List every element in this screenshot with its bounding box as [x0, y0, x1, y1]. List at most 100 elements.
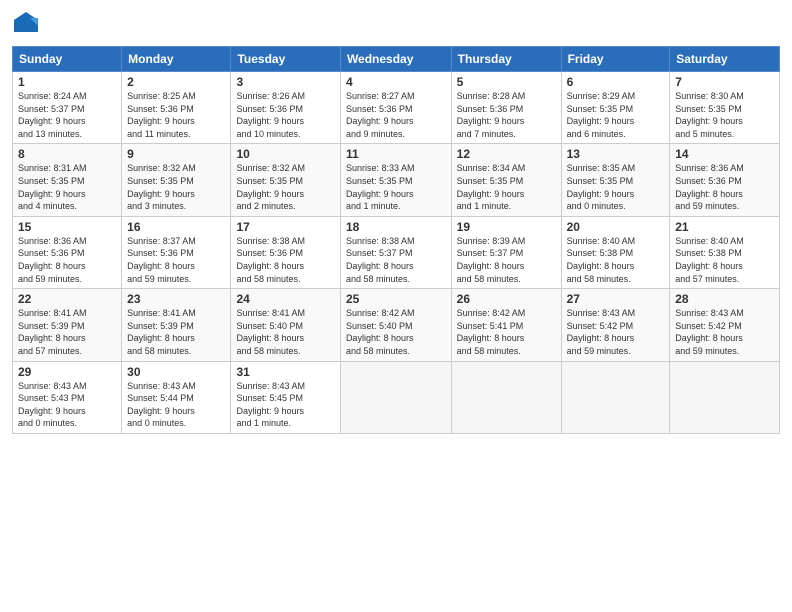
day-info: Sunrise: 8:37 AMSunset: 5:36 PMDaylight:…: [127, 236, 196, 284]
day-number: 9: [127, 147, 225, 161]
calendar-day-empty: [561, 361, 670, 433]
calendar-day-17: 17 Sunrise: 8:38 AMSunset: 5:36 PMDayligh…: [231, 216, 340, 288]
day-number: 23: [127, 292, 225, 306]
calendar-day-10: 10 Sunrise: 8:32 AMSunset: 5:35 PMDayligh…: [231, 144, 340, 216]
day-info: Sunrise: 8:32 AMSunset: 5:35 PMDaylight:…: [127, 163, 196, 211]
day-info: Sunrise: 8:36 AMSunset: 5:36 PMDaylight:…: [675, 163, 744, 211]
day-number: 10: [236, 147, 334, 161]
day-number: 6: [567, 75, 665, 89]
day-info: Sunrise: 8:42 AMSunset: 5:40 PMDaylight:…: [346, 308, 415, 356]
day-info: Sunrise: 8:27 AMSunset: 5:36 PMDaylight:…: [346, 91, 415, 139]
calendar-day-23: 23 Sunrise: 8:41 AMSunset: 5:39 PMDayligh…: [122, 289, 231, 361]
day-number: 12: [457, 147, 556, 161]
day-info: Sunrise: 8:30 AMSunset: 5:35 PMDaylight:…: [675, 91, 744, 139]
day-number: 22: [18, 292, 116, 306]
calendar-day-22: 22 Sunrise: 8:41 AMSunset: 5:39 PMDayligh…: [13, 289, 122, 361]
calendar-day-9: 9 Sunrise: 8:32 AMSunset: 5:35 PMDaylight…: [122, 144, 231, 216]
day-number: 16: [127, 220, 225, 234]
day-number: 7: [675, 75, 774, 89]
logo: [12, 10, 44, 38]
calendar-week-1: 1 Sunrise: 8:24 AMSunset: 5:37 PMDaylight…: [13, 72, 780, 144]
calendar-day-30: 30 Sunrise: 8:43 AMSunset: 5:44 PMDayligh…: [122, 361, 231, 433]
calendar-day-19: 19Sunrise: 8:39 AMSunset: 5:37 PMDayligh…: [451, 216, 561, 288]
day-number: 15: [18, 220, 116, 234]
calendar-header-sunday: Sunday: [13, 47, 122, 72]
day-number: 30: [127, 365, 225, 379]
day-number: 24: [236, 292, 334, 306]
calendar-day-18: 18 Sunrise: 8:38 AMSunset: 5:37 PMDayligh…: [340, 216, 451, 288]
day-info: Sunrise: 8:43 AMSunset: 5:43 PMDaylight:…: [18, 381, 87, 429]
calendar-day-3: 3Sunrise: 8:26 AMSunset: 5:36 PMDaylight…: [231, 72, 340, 144]
day-info: Sunrise: 8:34 AMSunset: 5:35 PMDaylight:…: [457, 163, 526, 211]
logo-icon: [12, 10, 40, 38]
day-number: 21: [675, 220, 774, 234]
page-container: SundayMondayTuesdayWednesdayThursdayFrid…: [0, 0, 792, 612]
day-info: Sunrise: 8:24 AMSunset: 5:37 PMDaylight:…: [18, 91, 87, 139]
calendar-day-11: 11 Sunrise: 8:33 AMSunset: 5:35 PMDayligh…: [340, 144, 451, 216]
day-info: Sunrise: 8:40 AMSunset: 5:38 PMDaylight:…: [567, 236, 636, 284]
calendar-day-24: 24 Sunrise: 8:41 AMSunset: 5:40 PMDayligh…: [231, 289, 340, 361]
day-number: 8: [18, 147, 116, 161]
day-info: Sunrise: 8:31 AMSunset: 5:35 PMDaylight:…: [18, 163, 87, 211]
day-info: Sunrise: 8:42 AMSunset: 5:41 PMDaylight:…: [457, 308, 526, 356]
day-info: Sunrise: 8:38 AMSunset: 5:37 PMDaylight:…: [346, 236, 415, 284]
day-number: 26: [457, 292, 556, 306]
calendar-week-5: 29 Sunrise: 8:43 AMSunset: 5:43 PMDayligh…: [13, 361, 780, 433]
day-number: 20: [567, 220, 665, 234]
day-info: Sunrise: 8:39 AMSunset: 5:37 PMDaylight:…: [457, 236, 526, 284]
calendar-header-thursday: Thursday: [451, 47, 561, 72]
calendar-header-row: SundayMondayTuesdayWednesdayThursdayFrid…: [13, 47, 780, 72]
calendar-day-25: 25Sunrise: 8:42 AMSunset: 5:40 PMDayligh…: [340, 289, 451, 361]
day-number: 11: [346, 147, 446, 161]
day-info: Sunrise: 8:43 AMSunset: 5:42 PMDaylight:…: [675, 308, 744, 356]
calendar-table: SundayMondayTuesdayWednesdayThursdayFrid…: [12, 46, 780, 434]
calendar-day-1: 1 Sunrise: 8:24 AMSunset: 5:37 PMDaylight…: [13, 72, 122, 144]
calendar-week-4: 22 Sunrise: 8:41 AMSunset: 5:39 PMDayligh…: [13, 289, 780, 361]
day-info: Sunrise: 8:40 AMSunset: 5:38 PMDaylight:…: [675, 236, 744, 284]
calendar-day-20: 20 Sunrise: 8:40 AMSunset: 5:38 PMDayligh…: [561, 216, 670, 288]
day-number: 31: [236, 365, 334, 379]
day-info: Sunrise: 8:36 AMSunset: 5:36 PMDaylight:…: [18, 236, 87, 284]
day-number: 1: [18, 75, 116, 89]
calendar-day-26: 26 Sunrise: 8:42 AMSunset: 5:41 PMDayligh…: [451, 289, 561, 361]
calendar-day-15: 15 Sunrise: 8:36 AMSunset: 5:36 PMDayligh…: [13, 216, 122, 288]
day-info: Sunrise: 8:43 AMSunset: 5:44 PMDaylight:…: [127, 381, 196, 429]
day-info: Sunrise: 8:32 AMSunset: 5:35 PMDaylight:…: [236, 163, 305, 211]
day-info: Sunrise: 8:43 AMSunset: 5:45 PMDaylight:…: [236, 381, 305, 429]
day-number: 28: [675, 292, 774, 306]
day-number: 27: [567, 292, 665, 306]
day-info: Sunrise: 8:33 AMSunset: 5:35 PMDaylight:…: [346, 163, 415, 211]
day-info: Sunrise: 8:29 AMSunset: 5:35 PMDaylight:…: [567, 91, 636, 139]
calendar-day-empty: [340, 361, 451, 433]
calendar-day-4: 4Sunrise: 8:27 AMSunset: 5:36 PMDaylight…: [340, 72, 451, 144]
calendar-day-8: 8 Sunrise: 8:31 AMSunset: 5:35 PMDaylight…: [13, 144, 122, 216]
day-info: Sunrise: 8:38 AMSunset: 5:36 PMDaylight:…: [236, 236, 305, 284]
calendar-day-28: 28 Sunrise: 8:43 AMSunset: 5:42 PMDayligh…: [670, 289, 780, 361]
calendar-day-2: 2Sunrise: 8:25 AMSunset: 5:36 PMDaylight…: [122, 72, 231, 144]
calendar-day-12: 12 Sunrise: 8:34 AMSunset: 5:35 PMDayligh…: [451, 144, 561, 216]
calendar-week-3: 15 Sunrise: 8:36 AMSunset: 5:36 PMDayligh…: [13, 216, 780, 288]
calendar-day-27: 27 Sunrise: 8:43 AMSunset: 5:42 PMDayligh…: [561, 289, 670, 361]
calendar-day-7: 7 Sunrise: 8:30 AMSunset: 5:35 PMDaylight…: [670, 72, 780, 144]
day-number: 13: [567, 147, 665, 161]
day-info: Sunrise: 8:35 AMSunset: 5:35 PMDaylight:…: [567, 163, 636, 211]
calendar-day-empty: [670, 361, 780, 433]
calendar-day-29: 29 Sunrise: 8:43 AMSunset: 5:43 PMDayligh…: [13, 361, 122, 433]
calendar-day-14: 14Sunrise: 8:36 AMSunset: 5:36 PMDayligh…: [670, 144, 780, 216]
day-number: 29: [18, 365, 116, 379]
day-number: 5: [457, 75, 556, 89]
calendar-day-6: 6 Sunrise: 8:29 AMSunset: 5:35 PMDaylight…: [561, 72, 670, 144]
day-info: Sunrise: 8:41 AMSunset: 5:40 PMDaylight:…: [236, 308, 305, 356]
calendar-day-31: 31 Sunrise: 8:43 AMSunset: 5:45 PMDayligh…: [231, 361, 340, 433]
day-number: 18: [346, 220, 446, 234]
calendar-header-friday: Friday: [561, 47, 670, 72]
calendar-day-13: 13 Sunrise: 8:35 AMSunset: 5:35 PMDayligh…: [561, 144, 670, 216]
calendar-header-tuesday: Tuesday: [231, 47, 340, 72]
day-info: Sunrise: 8:25 AMSunset: 5:36 PMDaylight:…: [127, 91, 196, 139]
day-info: Sunrise: 8:43 AMSunset: 5:42 PMDaylight:…: [567, 308, 636, 356]
calendar-header-wednesday: Wednesday: [340, 47, 451, 72]
day-info: Sunrise: 8:41 AMSunset: 5:39 PMDaylight:…: [127, 308, 196, 356]
calendar-day-21: 21 Sunrise: 8:40 AMSunset: 5:38 PMDayligh…: [670, 216, 780, 288]
day-number: 17: [236, 220, 334, 234]
day-info: Sunrise: 8:41 AMSunset: 5:39 PMDaylight:…: [18, 308, 87, 356]
